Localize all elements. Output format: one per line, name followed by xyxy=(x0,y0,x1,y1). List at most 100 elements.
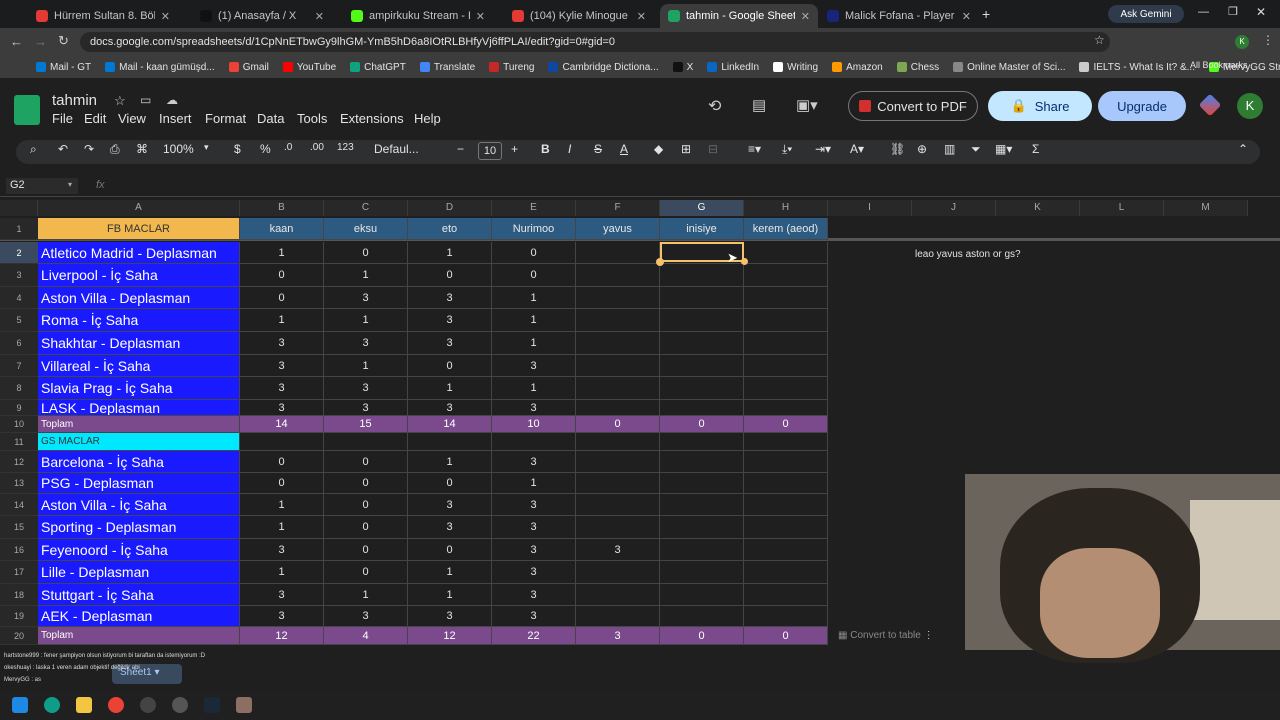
text-rotation-icon[interactable]: A▾ xyxy=(850,142,864,156)
player-header[interactable]: Nurimoo xyxy=(492,218,576,240)
total-cell[interactable]: 0 xyxy=(576,416,660,433)
column-header-j[interactable]: J xyxy=(912,200,996,216)
total-cell[interactable]: 22 xyxy=(492,627,576,645)
paint-format-icon[interactable]: ⌘ xyxy=(136,142,148,156)
total-cell[interactable]: 14 xyxy=(240,416,324,433)
score-cell[interactable]: 3 xyxy=(324,606,408,627)
row-header[interactable]: 1 xyxy=(0,218,38,240)
bookmark-item[interactable]: X xyxy=(672,62,693,73)
comments-icon[interactable]: ▤ xyxy=(752,96,766,114)
score-cell[interactable]: 3 xyxy=(492,539,576,561)
menu-extensions[interactable]: Extensions xyxy=(340,111,404,126)
bookmark-star-icon[interactable]: ☆ xyxy=(1094,33,1105,47)
score-cell[interactable] xyxy=(660,451,744,473)
score-cell[interactable]: 0 xyxy=(324,516,408,539)
player-header[interactable]: kaan xyxy=(240,218,324,240)
score-cell[interactable]: 3 xyxy=(240,377,324,400)
row-header[interactable]: 11 xyxy=(0,433,38,451)
column-header-h[interactable]: H xyxy=(744,200,828,216)
file-explorer-icon[interactable] xyxy=(76,697,92,713)
row-header[interactable]: 14 xyxy=(0,494,38,516)
score-cell[interactable] xyxy=(744,451,828,473)
score-cell[interactable]: 3 xyxy=(240,584,324,606)
move-folder-icon[interactable]: ▭ xyxy=(140,93,151,107)
browser-tab[interactable]: Malick Fofana - Player profile 2 ✕ xyxy=(819,4,979,28)
row-header[interactable]: 18 xyxy=(0,584,38,606)
bookmark-item[interactable]: IELTS - What Is It? &... xyxy=(1079,62,1195,73)
functions-button[interactable]: Σ xyxy=(1032,142,1039,156)
bookmark-item[interactable]: LinkedIn xyxy=(707,62,759,73)
bookmark-item[interactable]: Writing xyxy=(773,62,818,73)
score-cell[interactable]: 3 xyxy=(240,606,324,627)
chatgpt-icon[interactable] xyxy=(140,697,156,713)
score-cell[interactable]: 1 xyxy=(408,377,492,400)
score-cell[interactable]: 3 xyxy=(324,287,408,309)
score-cell[interactable] xyxy=(576,355,660,377)
score-cell[interactable]: 0 xyxy=(408,264,492,287)
sheets-logo-icon[interactable] xyxy=(14,95,40,125)
column-header-f[interactable]: F xyxy=(576,200,660,216)
history-icon[interactable]: ⟲ xyxy=(708,96,721,116)
score-cell[interactable]: 0 xyxy=(240,264,324,287)
score-cell[interactable] xyxy=(660,584,744,606)
menu-edit[interactable]: Edit xyxy=(84,111,106,126)
maximize-icon[interactable]: ❐ xyxy=(1228,5,1238,18)
total-cell[interactable]: 14 xyxy=(408,416,492,433)
total-cell[interactable]: 10 xyxy=(492,416,576,433)
convert-to-pdf-button[interactable]: Convert to PDF xyxy=(848,91,978,121)
obs-icon[interactable] xyxy=(172,697,188,713)
note-cell-j2[interactable]: leao yavus aston or gs? xyxy=(915,249,1021,260)
score-cell[interactable]: 1 xyxy=(324,584,408,606)
header-fb-maclar[interactable]: FB MACLAR xyxy=(38,218,240,240)
score-cell[interactable]: 3 xyxy=(240,355,324,377)
column-header-m[interactable]: M xyxy=(1164,200,1248,216)
increase-font-size-icon[interactable]: + xyxy=(511,142,518,156)
score-cell[interactable]: 3 xyxy=(576,539,660,561)
total-label[interactable]: Toplam xyxy=(38,416,240,433)
match-name-cell[interactable]: AEK - Deplasman xyxy=(38,606,240,627)
column-header-g[interactable]: G xyxy=(660,200,744,216)
score-cell[interactable] xyxy=(576,400,660,416)
row-header[interactable]: 12 xyxy=(0,451,38,473)
bookmark-item[interactable]: ChatGPT xyxy=(350,62,406,73)
score-cell[interactable]: 3 xyxy=(408,332,492,355)
zoom-select[interactable]: 100% xyxy=(163,142,194,156)
player-header[interactable]: inisiye xyxy=(660,218,744,240)
score-cell[interactable] xyxy=(744,516,828,539)
score-cell[interactable] xyxy=(744,494,828,516)
score-cell[interactable] xyxy=(744,400,828,416)
close-tab-icon[interactable]: ✕ xyxy=(962,10,971,23)
match-name-cell[interactable]: Liverpool - İç Saha xyxy=(38,264,240,287)
score-cell[interactable]: 0 xyxy=(240,451,324,473)
score-cell[interactable] xyxy=(660,606,744,627)
new-tab-button[interactable]: + xyxy=(982,6,990,22)
filter-icon[interactable]: ⏷ xyxy=(971,142,981,157)
score-cell[interactable]: 0 xyxy=(324,473,408,494)
score-cell[interactable] xyxy=(744,264,828,287)
score-cell[interactable] xyxy=(744,355,828,377)
score-cell[interactable]: 1 xyxy=(324,264,408,287)
score-cell[interactable]: 0 xyxy=(492,242,576,264)
score-cell[interactable]: 1 xyxy=(492,377,576,400)
all-bookmarks-button[interactable]: All Bookmarks xyxy=(1190,60,1248,70)
score-cell[interactable] xyxy=(660,516,744,539)
total-cell[interactable]: 12 xyxy=(240,627,324,645)
horizontal-align-icon[interactable]: ≡▾ xyxy=(748,142,761,156)
column-header-a[interactable]: A xyxy=(38,200,240,216)
score-cell[interactable] xyxy=(576,332,660,355)
player-header[interactable]: eto xyxy=(408,218,492,240)
upgrade-button[interactable]: Upgrade xyxy=(1098,91,1186,121)
currency-format-button[interactable]: $ xyxy=(234,142,241,156)
row-header[interactable]: 13 xyxy=(0,473,38,494)
forward-icon[interactable]: → xyxy=(34,34,47,49)
decrease-decimal-button[interactable]: .0 xyxy=(284,142,292,153)
empty-cell[interactable] xyxy=(660,433,744,451)
empty-cell[interactable] xyxy=(240,433,324,451)
bookmark-item[interactable]: Online Master of Sci... xyxy=(953,62,1065,73)
row-header[interactable]: 3 xyxy=(0,264,38,287)
row-header[interactable]: 10 xyxy=(0,416,38,433)
score-cell[interactable]: 3 xyxy=(492,355,576,377)
score-cell[interactable] xyxy=(744,561,828,584)
row-header[interactable]: 19 xyxy=(0,606,38,627)
match-name-cell[interactable]: Aston Villa - İç Saha xyxy=(38,494,240,516)
